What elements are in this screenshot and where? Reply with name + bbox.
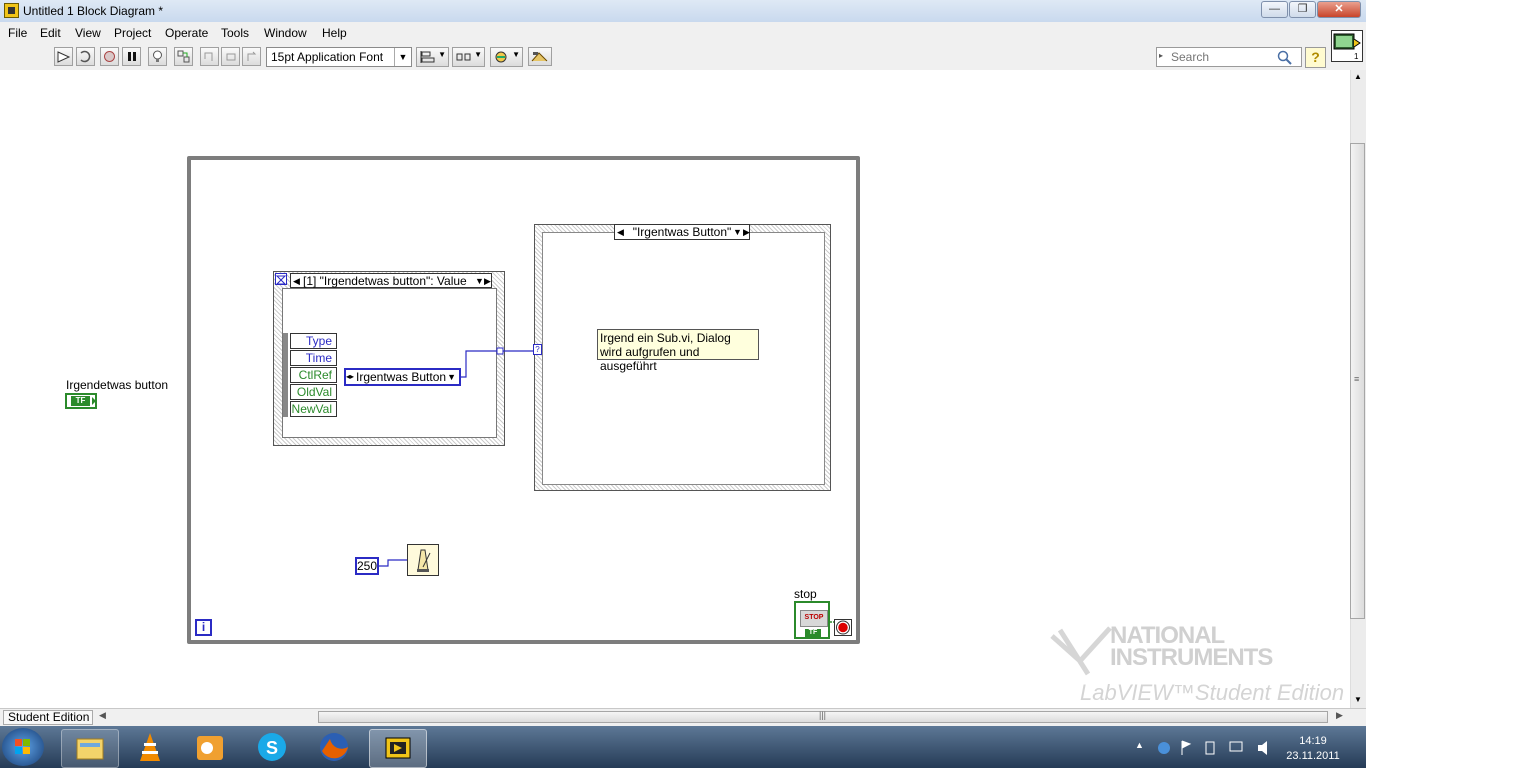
- clock[interactable]: 14:19 23.11.2011: [1285, 734, 1341, 764]
- scroll-down-icon[interactable]: ▼: [1354, 695, 1362, 704]
- iteration-terminal[interactable]: i: [195, 619, 212, 636]
- taskbar-firefox[interactable]: [306, 729, 362, 766]
- grip-icon: ≡: [1354, 374, 1360, 384]
- edition-label: Student Edition: [3, 710, 93, 725]
- stop-term-label: TF: [805, 629, 821, 637]
- stop-button-terminal[interactable]: STOP TF: [794, 601, 830, 639]
- stop-label[interactable]: stop: [794, 587, 817, 601]
- event-tunnel: [496, 347, 504, 355]
- screen-margin: [1366, 0, 1538, 768]
- loop-condition-stop-icon[interactable]: [834, 619, 852, 636]
- ni-brand-watermark: NATIONAL INSTRUMENTS: [1110, 622, 1273, 671]
- start-button[interactable]: [2, 728, 44, 766]
- horizontal-scroll-thumb[interactable]: |||: [318, 710, 1328, 723]
- wires: [379, 347, 834, 623]
- enum-to-case-wire: [461, 350, 534, 378]
- network-icon: [1158, 742, 1170, 754]
- const-to-wait-wire: [379, 559, 407, 567]
- labview-edition-watermark: LabVIEW™Student Edition: [1080, 680, 1345, 705]
- stop-button-face: STOP: [800, 610, 828, 627]
- svg-text:S: S: [266, 738, 278, 758]
- flag-icon: [1181, 740, 1192, 755]
- monitor-icon: [1229, 741, 1243, 752]
- scroll-up-icon[interactable]: ▲: [1354, 72, 1362, 81]
- clock-date: 23.11.2011: [1286, 750, 1340, 762]
- scroll-right-icon[interactable]: ▶: [1336, 710, 1343, 721]
- system-tray[interactable]: [1156, 738, 1286, 758]
- show-hidden-icons[interactable]: ▲: [1135, 740, 1144, 750]
- wait-ms-metronome-icon[interactable]: [407, 544, 439, 576]
- volume-icon: [1258, 741, 1267, 755]
- scroll-left-icon[interactable]: ◀: [99, 710, 106, 721]
- taskbar-explorer[interactable]: [61, 729, 119, 768]
- device-icon: [1205, 741, 1215, 755]
- numeric-constant[interactable]: 250: [355, 557, 379, 575]
- taskbar-skype[interactable]: S: [244, 729, 300, 766]
- taskbar-labview[interactable]: [369, 729, 427, 768]
- grip-icon: |||: [819, 710, 827, 720]
- taskbar-outlook[interactable]: [183, 729, 239, 766]
- taskbar-vlc[interactable]: [122, 729, 178, 766]
- vertical-scroll-thumb[interactable]: ≡: [1350, 143, 1365, 619]
- clock-time: 14:19: [1299, 735, 1327, 747]
